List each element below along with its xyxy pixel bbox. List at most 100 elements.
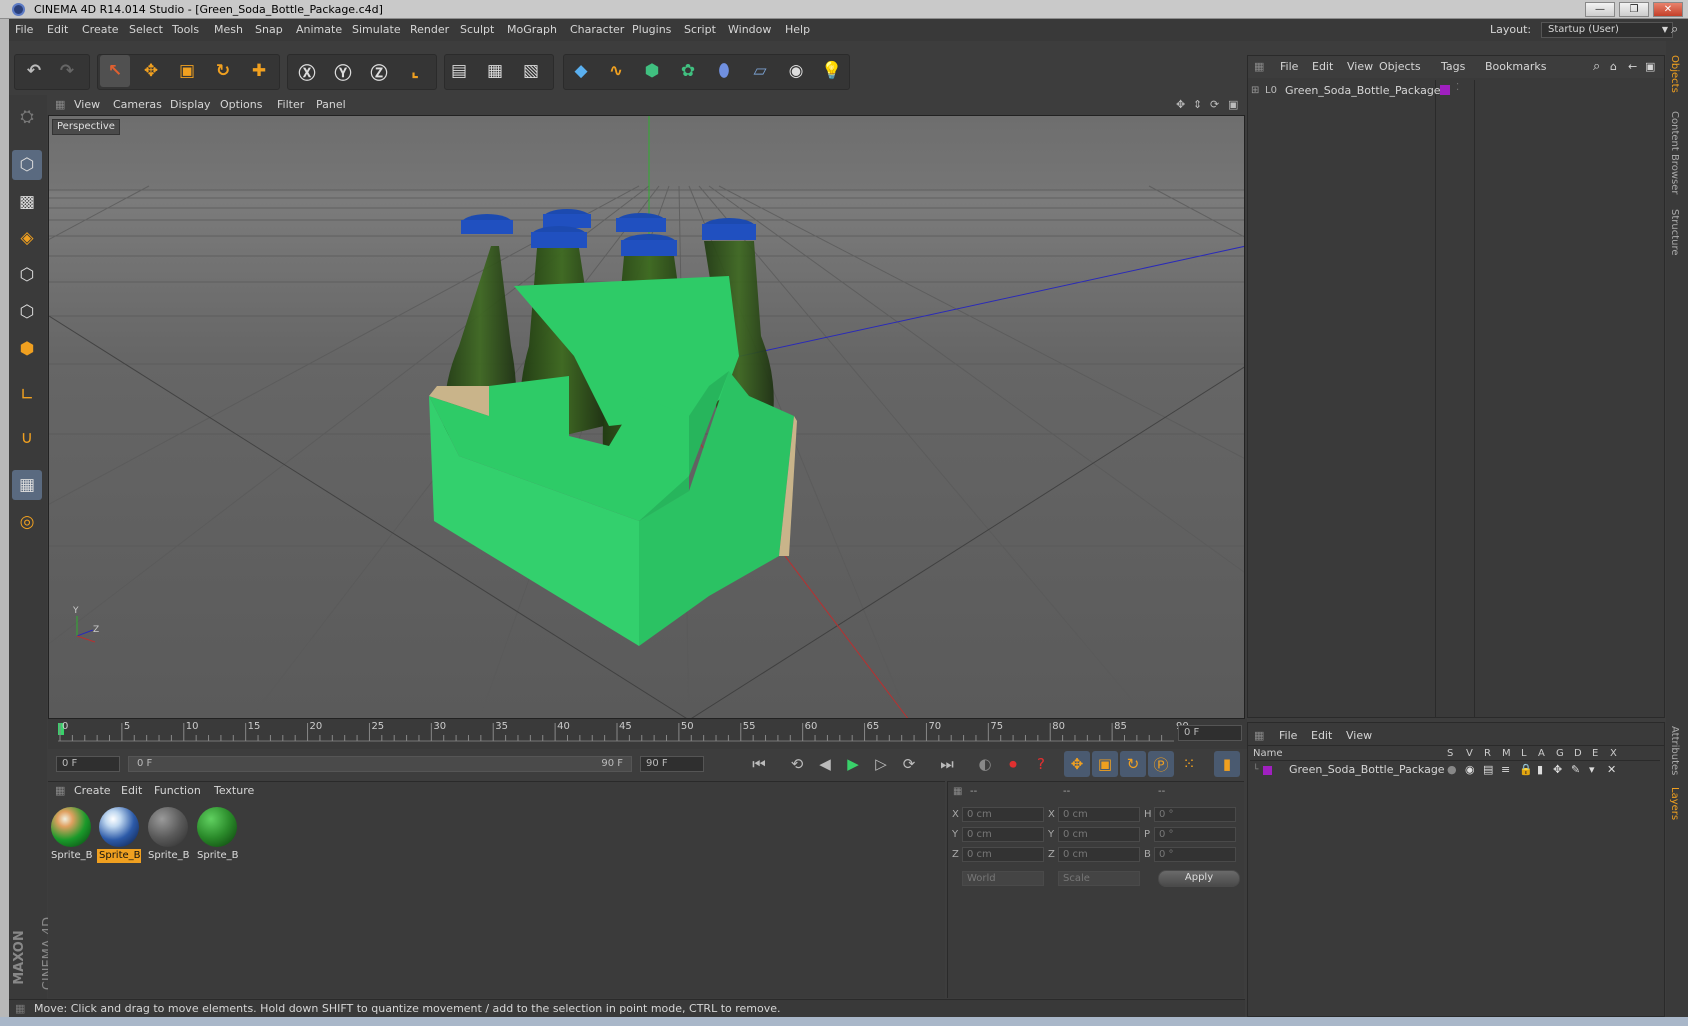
last-tool-icon[interactable]: ✚ <box>244 55 274 87</box>
xref-toggle-icon[interactable]: ✕ <box>1607 762 1616 778</box>
menu-simulate[interactable]: Simulate <box>352 19 401 41</box>
menu-sculpt[interactable]: Sculpt <box>460 19 494 41</box>
size-z-field[interactable]: 0 cm <box>1058 847 1140 862</box>
expression-toggle-icon[interactable]: ▾ <box>1589 762 1595 778</box>
rotation-p-field[interactable]: 0 ° <box>1154 827 1236 842</box>
layers-menu-edit[interactable]: Edit <box>1311 729 1332 742</box>
grid-lock-icon[interactable]: ▦ <box>12 470 42 500</box>
material-menu-texture[interactable]: Texture <box>214 781 254 801</box>
light-icon[interactable]: 💡 <box>817 55 847 87</box>
material-swatch[interactable]: Sprite_B <box>195 807 239 865</box>
z-axis-icon[interactable]: Ⓩ <box>364 55 394 87</box>
position-x-field[interactable]: 0 cm <box>962 807 1044 822</box>
objects-menu-bookmarks[interactable]: Bookmarks <box>1485 56 1546 78</box>
x-axis-icon[interactable]: Ⓧ <box>292 55 322 87</box>
menu-animate[interactable]: Animate <box>296 19 342 41</box>
key-parameter-icon[interactable]: Ⓟ <box>1148 751 1174 777</box>
minimize-button[interactable]: — <box>1585 2 1615 17</box>
orbit-icon[interactable]: ⟳ <box>1210 95 1219 115</box>
layer-color-swatch[interactable] <box>1263 766 1272 775</box>
coordinate-mode-select[interactable]: World <box>962 871 1044 886</box>
viewport-menu-panel[interactable]: Panel <box>316 95 346 115</box>
nurbs-icon[interactable]: ⬢ <box>637 55 667 87</box>
tab-objects[interactable]: Objects <box>1669 55 1680 93</box>
lock-toggle-icon[interactable]: 🔒 <box>1519 762 1533 778</box>
model-mode-icon[interactable]: ⬡ <box>12 150 42 180</box>
material-menu-edit[interactable]: Edit <box>121 781 142 801</box>
menu-snap[interactable]: Snap <box>255 19 283 41</box>
workplane-icon[interactable]: ◈ <box>12 223 42 253</box>
apply-button[interactable]: Apply <box>1158 870 1240 887</box>
rotate-icon[interactable]: ↻ <box>208 55 238 87</box>
layers-menu-view[interactable]: View <box>1346 729 1372 742</box>
record-keys-icon[interactable]: ◐ <box>972 751 998 777</box>
points-mode-icon[interactable]: ⬡ <box>12 260 42 290</box>
layers-menu-file[interactable]: File <box>1279 729 1297 742</box>
play-icon[interactable]: ▶ <box>840 751 866 777</box>
key-scale-icon[interactable]: ▣ <box>1092 751 1118 777</box>
viewport-menu-view[interactable]: View <box>74 95 100 115</box>
render-settings-icon[interactable]: ▧ <box>516 55 546 87</box>
objects-menu-objects[interactable]: Objects <box>1379 56 1421 78</box>
floor-icon[interactable]: ▱ <box>745 55 775 87</box>
search-icon[interactable]: ⌕ <box>1671 19 1678 41</box>
viewport-menu-display[interactable]: Display <box>170 95 211 115</box>
menu-file[interactable]: File <box>15 19 33 41</box>
solo-toggle-icon[interactable]: ● <box>1447 762 1457 778</box>
axis-mode-icon[interactable]: ∟ <box>12 380 42 410</box>
render-toggle-icon[interactable]: ▤ <box>1483 762 1493 778</box>
material-swatch[interactable]: Sprite_B <box>146 807 190 865</box>
visibility-dots-icon[interactable]: ⁚ <box>1456 82 1459 93</box>
menu-plugins[interactable]: Plugins <box>632 19 671 41</box>
rotation-b-field[interactable]: 0 ° <box>1154 847 1236 862</box>
menu-mograph[interactable]: MoGraph <box>507 19 557 41</box>
current-frame-field[interactable]: 0 F <box>1178 725 1242 741</box>
keyframe-selection-icon[interactable]: ? <box>1028 751 1054 777</box>
next-frame-icon[interactable]: ▷ <box>868 751 894 777</box>
layout-select[interactable]: Startup (User) ▼ <box>1541 22 1673 38</box>
key-position-icon[interactable]: ✥ <box>1064 751 1090 777</box>
menu-create[interactable]: Create <box>82 19 119 41</box>
expand-icon[interactable]: ⊞ <box>1251 82 1259 100</box>
material-menu-function[interactable]: Function <box>154 781 201 801</box>
view-toggle-icon[interactable]: ◉ <box>1465 762 1475 778</box>
maximize-panel-icon[interactable]: ▣ <box>1645 56 1655 78</box>
object-row[interactable]: ⊞ L0 Green_Soda_Bottle_Package <box>1251 82 1441 100</box>
tab-structure[interactable]: Structure <box>1669 209 1680 256</box>
scale-icon[interactable]: ▣ <box>172 55 202 87</box>
menu-mesh[interactable]: Mesh <box>214 19 243 41</box>
menu-render[interactable]: Render <box>410 19 449 41</box>
search-icon[interactable]: ⌕ <box>1593 56 1600 78</box>
end-frame-field[interactable]: 90 F <box>640 756 704 772</box>
dolly-icon[interactable]: ⇕ <box>1193 95 1202 115</box>
menu-window[interactable]: Window <box>728 19 771 41</box>
snap-icon[interactable]: ∪ <box>12 423 42 453</box>
3d-viewport[interactable]: Y Z Perspective <box>48 115 1245 719</box>
menu-edit[interactable]: Edit <box>47 19 68 41</box>
frame-range-slider[interactable]: 0 F 90 F <box>128 756 632 772</box>
objects-menu-file[interactable]: File <box>1280 56 1298 78</box>
render-view-icon[interactable]: ▤ <box>444 55 474 87</box>
tab-attributes[interactable]: Attributes <box>1669 726 1680 775</box>
tab-content-browser[interactable]: Content Browser <box>1669 111 1680 194</box>
key-pla-icon[interactable]: ⁙ <box>1176 751 1202 777</box>
viewport-menu-options[interactable]: Options <box>220 95 262 115</box>
tweak-icon[interactable]: ◎ <box>12 507 42 537</box>
spline-icon[interactable]: ∿ <box>601 55 631 87</box>
manager-toggle-icon[interactable]: ≡ <box>1501 762 1510 778</box>
timeline-window-icon[interactable]: ▮ <box>1214 751 1240 777</box>
maximize-view-icon[interactable]: ▣ <box>1228 95 1238 115</box>
polygons-mode-icon[interactable]: ⬢ <box>12 334 42 364</box>
material-swatch[interactable]: Sprite_B <box>49 807 93 865</box>
deformer-icon[interactable]: ⬮ <box>709 55 739 87</box>
live-selection-icon[interactable]: ↖ <box>100 55 130 87</box>
viewport-menu-filter[interactable]: Filter <box>277 95 304 115</box>
position-y-field[interactable]: 0 cm <box>962 827 1044 842</box>
layer-row[interactable]: └ Green_Soda_Bottle_Package ● ◉ ▤ ≡ 🔒 ▮ … <box>1251 762 1661 778</box>
array-icon[interactable]: ✿ <box>673 55 703 87</box>
objects-menu-edit[interactable]: Edit <box>1312 56 1333 78</box>
size-x-field[interactable]: 0 cm <box>1058 807 1140 822</box>
camera-icon[interactable]: ◉ <box>781 55 811 87</box>
render-picture-viewer-icon[interactable]: ▦ <box>480 55 510 87</box>
previous-frame-icon[interactable]: ◀ <box>812 751 838 777</box>
